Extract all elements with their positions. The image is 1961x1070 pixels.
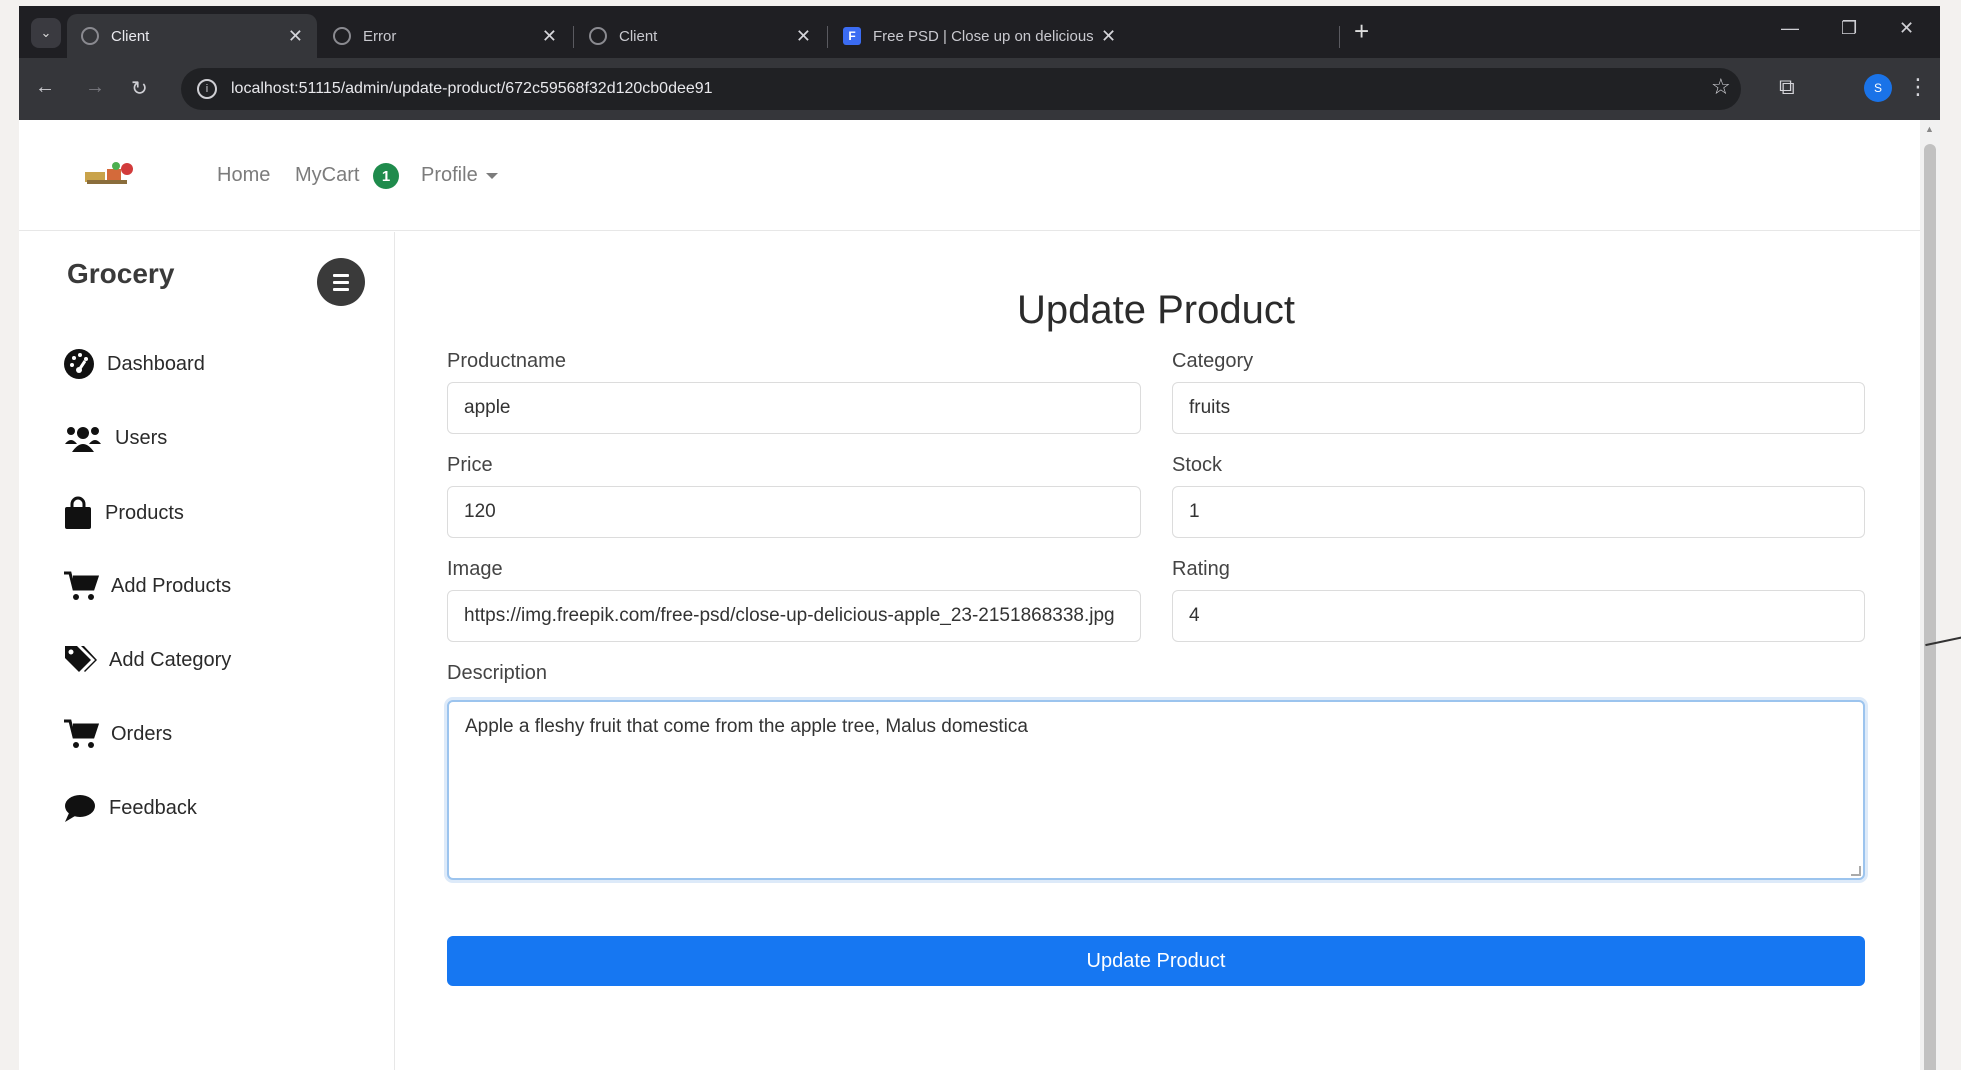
app-navbar: Home MyCart 1 Profile (19, 120, 1920, 231)
image-url-input[interactable] (447, 590, 1141, 642)
page-title: Update Product (1017, 288, 1295, 332)
productname-input[interactable] (447, 382, 1141, 434)
tab-label: Free PSD | Close up on delicious a (873, 27, 1093, 45)
sidebar-brand: Grocery (67, 258, 175, 289)
page-scrollbar[interactable]: ▲ (1920, 120, 1940, 1070)
tab-search-button[interactable]: ⌄ (31, 18, 61, 48)
minimize-icon[interactable]: — (1781, 18, 1799, 39)
nav-mycart-link[interactable]: MyCart (295, 164, 359, 187)
cart-icon (64, 571, 99, 600)
resize-handle[interactable] (1851, 866, 1861, 876)
back-arrow-icon[interactable]: ← (35, 76, 55, 99)
sidebar-item-label: Orders (111, 722, 173, 745)
site-info-icon[interactable]: i (197, 79, 217, 99)
description-textarea[interactable]: Apple a fleshy fruit that come from the … (447, 700, 1865, 880)
restore-icon[interactable]: ❐ (1841, 18, 1857, 39)
update-product-button[interactable]: Update Product (447, 936, 1865, 986)
scrollbar-thumb[interactable] (1924, 144, 1936, 1070)
close-icon[interactable]: ✕ (542, 26, 557, 47)
shopping-bag-icon (65, 496, 91, 529)
nav-home-link[interactable]: Home (217, 164, 270, 187)
address-bar[interactable]: i localhost:51115/admin/update-product/6… (181, 68, 1741, 110)
description-label: Description (447, 662, 548, 684)
page-content: Home MyCart 1 Profile Grocery Dashboard (19, 120, 1920, 1070)
sidebar-item-products[interactable]: Products (63, 496, 184, 530)
window-close-icon[interactable]: ✕ (1899, 18, 1914, 39)
sidebar: Grocery Dashboard Users Products Add Pro… (19, 232, 395, 1070)
stock-label: Stock (1172, 454, 1223, 476)
menu-toggle-button[interactable] (317, 258, 365, 306)
cart-icon (64, 719, 99, 748)
price-input[interactable] (447, 486, 1141, 538)
bookmark-star-icon[interactable]: ☆ (1711, 74, 1731, 100)
url-text: localhost:51115/admin/update-product/672… (231, 80, 713, 97)
forward-arrow-icon[interactable]: → (85, 76, 105, 99)
sidebar-item-add-category[interactable]: Add Category (63, 644, 231, 676)
extensions-icon[interactable]: ⧉ (1779, 74, 1795, 100)
sidebar-item-orders[interactable]: Orders (63, 718, 172, 750)
close-icon[interactable]: ✕ (1101, 26, 1116, 47)
rating-label: Rating (1172, 558, 1230, 580)
globe-icon (81, 27, 99, 45)
stock-input[interactable] (1172, 486, 1865, 538)
sidebar-item-dashboard[interactable]: Dashboard (63, 348, 205, 380)
browser-toolbar: ← → ↻ i localhost:51115/admin/update-pro… (19, 58, 1940, 120)
globe-icon (589, 27, 607, 45)
sidebar-item-label: Products (105, 501, 184, 524)
grocery-logo[interactable] (83, 160, 143, 186)
tab-label: Error (363, 27, 397, 45)
sidebar-item-users[interactable]: Users (63, 422, 167, 454)
tab-client-active[interactable]: Client ✕ (67, 14, 317, 58)
tab-client[interactable]: Client ✕ (575, 14, 825, 58)
productname-label: Productname (447, 350, 566, 372)
tab-strip: ⌄ Client ✕ Error ✕ Client ✕ F Free PSD |… (19, 6, 1940, 58)
tab-label: Client (619, 27, 658, 45)
sidebar-item-add-products[interactable]: Add Products (63, 570, 231, 602)
reload-icon[interactable]: ↻ (131, 76, 148, 101)
sidebar-item-label: Feedback (109, 796, 197, 819)
tab-divider (1339, 26, 1340, 48)
comment-icon (65, 795, 95, 822)
new-tab-button[interactable]: + (1354, 16, 1369, 47)
globe-icon (333, 27, 351, 45)
caret-down-icon (485, 172, 498, 179)
tab-freepik[interactable]: F Free PSD | Close up on delicious a ✕ (829, 14, 1341, 58)
cart-count-badge: 1 (373, 163, 399, 189)
tab-error[interactable]: Error ✕ (319, 14, 571, 58)
image-label: Image (447, 558, 503, 580)
sidebar-item-feedback[interactable]: Feedback (63, 792, 197, 824)
profile-label: Profile (421, 164, 478, 186)
close-icon[interactable]: ✕ (288, 26, 303, 47)
tab-divider (573, 26, 574, 48)
tab-label: Client (111, 27, 150, 45)
browser-window: ⌄ Client ✕ Error ✕ Client ✕ F Free PSD |… (19, 6, 1940, 1070)
sidebar-item-label: Add Products (111, 574, 232, 597)
category-input[interactable] (1172, 382, 1865, 434)
freepik-icon: F (843, 27, 861, 45)
sidebar-item-label: Dashboard (107, 352, 205, 375)
rating-input[interactable] (1172, 590, 1865, 642)
close-icon[interactable]: ✕ (796, 26, 811, 47)
kebab-menu-icon[interactable]: ⋮ (1907, 74, 1929, 100)
category-label: Category (1172, 350, 1254, 372)
users-icon (65, 427, 101, 452)
sidebar-item-label: Users (115, 426, 168, 449)
scroll-up-icon[interactable]: ▲ (1925, 124, 1934, 134)
nav-profile-dropdown[interactable]: Profile (421, 164, 498, 187)
profile-avatar[interactable]: S (1864, 74, 1892, 102)
sidebar-item-label: Add Category (109, 648, 232, 671)
tags-icon (65, 646, 97, 672)
tab-divider (827, 26, 828, 48)
price-label: Price (447, 454, 493, 476)
dashboard-icon (64, 349, 94, 379)
